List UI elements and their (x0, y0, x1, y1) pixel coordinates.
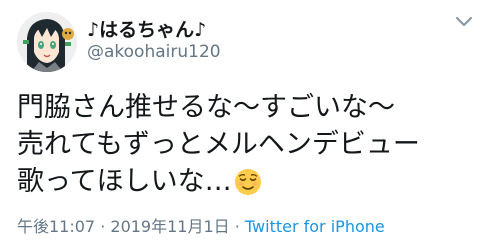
display-name[interactable]: ♪はるちゃん♪ (87, 15, 206, 42)
chevron-down-icon[interactable] (455, 14, 473, 28)
meta-separator: · (229, 217, 245, 236)
tweet-time[interactable]: 午後11:07 (17, 217, 95, 236)
avatar[interactable] (17, 12, 77, 72)
tweet-card: ♪はるちゃん♪ @akoohairu120 門脇さん推せるな〜すごいな〜 売れて… (0, 0, 480, 244)
user-handle[interactable]: @akoohairu120 (87, 42, 221, 62)
relieved-face-icon (234, 168, 262, 196)
tweet-date[interactable]: 2019年11月1日 (110, 217, 229, 236)
tweet-source-link[interactable]: Twitter for iPhone (245, 217, 385, 236)
tweet-text: 門脇さん推せるな〜すごいな〜 売れてもずっとメルヘンデビュー 歌ってほしいな… (17, 92, 420, 197)
tweet-meta: 午後11:07 · 2019年11月1日 · Twitter for iPhon… (17, 213, 385, 237)
tweet-text-container: 門脇さん推せるな〜すごいな〜 売れてもずっとメルヘンデビュー 歌ってほしいな… (17, 89, 473, 200)
meta-separator: · (95, 217, 111, 236)
